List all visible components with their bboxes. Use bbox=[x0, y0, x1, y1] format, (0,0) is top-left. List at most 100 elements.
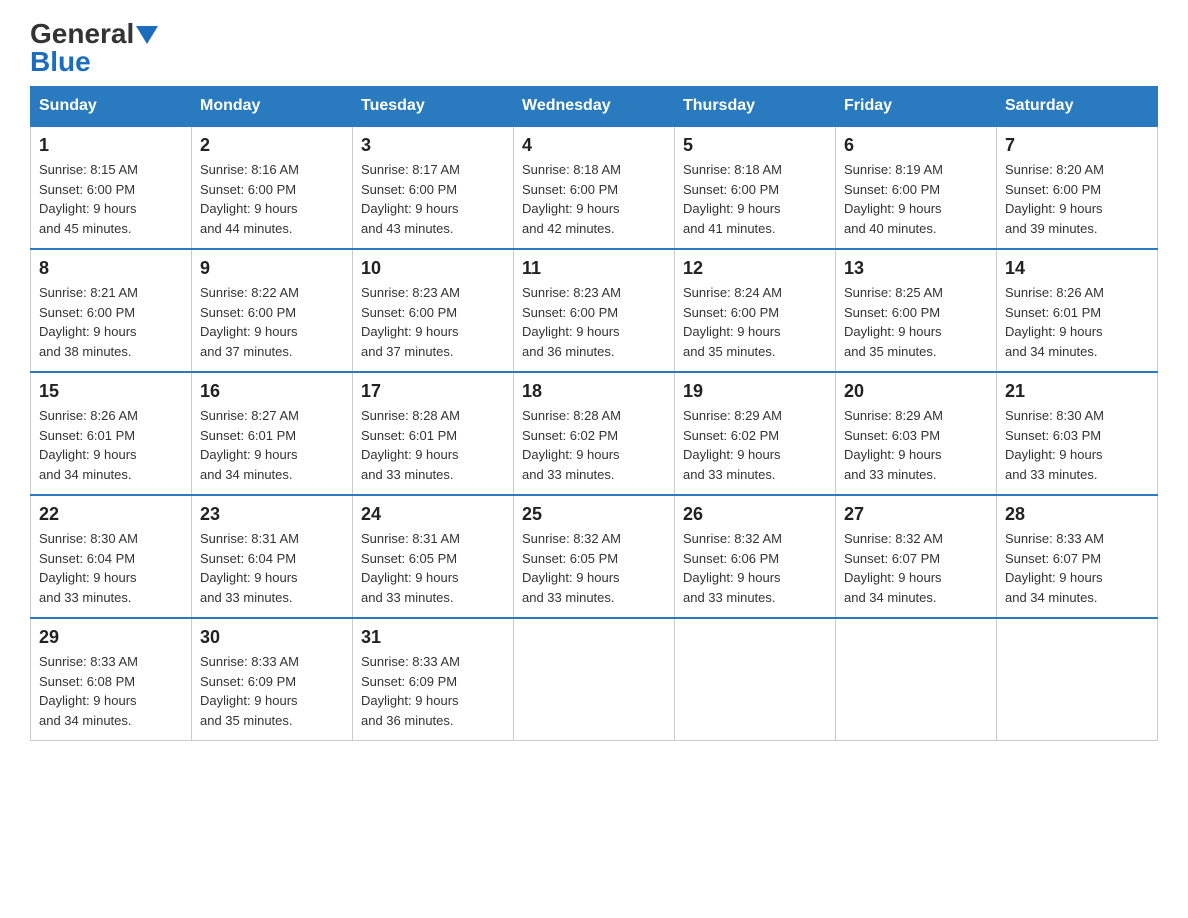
day-number: 21 bbox=[1005, 381, 1149, 402]
day-number: 20 bbox=[844, 381, 988, 402]
day-number: 3 bbox=[361, 135, 505, 156]
calendar-cell bbox=[836, 618, 997, 741]
logo: General Blue bbox=[30, 20, 158, 76]
calendar-cell: 25 Sunrise: 8:32 AM Sunset: 6:05 PM Dayl… bbox=[514, 495, 675, 618]
day-info: Sunrise: 8:33 AM Sunset: 6:09 PM Dayligh… bbox=[200, 652, 344, 730]
calendar-cell: 6 Sunrise: 8:19 AM Sunset: 6:00 PM Dayli… bbox=[836, 126, 997, 249]
day-number: 19 bbox=[683, 381, 827, 402]
calendar-cell: 11 Sunrise: 8:23 AM Sunset: 6:00 PM Dayl… bbox=[514, 249, 675, 372]
day-number: 2 bbox=[200, 135, 344, 156]
calendar-cell: 7 Sunrise: 8:20 AM Sunset: 6:00 PM Dayli… bbox=[997, 126, 1158, 249]
day-number: 14 bbox=[1005, 258, 1149, 279]
day-info: Sunrise: 8:15 AM Sunset: 6:00 PM Dayligh… bbox=[39, 160, 183, 238]
calendar-cell: 28 Sunrise: 8:33 AM Sunset: 6:07 PM Dayl… bbox=[997, 495, 1158, 618]
day-number: 1 bbox=[39, 135, 183, 156]
day-number: 30 bbox=[200, 627, 344, 648]
day-number: 22 bbox=[39, 504, 183, 525]
calendar-cell: 27 Sunrise: 8:32 AM Sunset: 6:07 PM Dayl… bbox=[836, 495, 997, 618]
day-number: 15 bbox=[39, 381, 183, 402]
day-info: Sunrise: 8:28 AM Sunset: 6:02 PM Dayligh… bbox=[522, 406, 666, 484]
day-info: Sunrise: 8:18 AM Sunset: 6:00 PM Dayligh… bbox=[683, 160, 827, 238]
day-info: Sunrise: 8:32 AM Sunset: 6:06 PM Dayligh… bbox=[683, 529, 827, 607]
day-info: Sunrise: 8:21 AM Sunset: 6:00 PM Dayligh… bbox=[39, 283, 183, 361]
day-number: 17 bbox=[361, 381, 505, 402]
day-info: Sunrise: 8:32 AM Sunset: 6:05 PM Dayligh… bbox=[522, 529, 666, 607]
day-info: Sunrise: 8:31 AM Sunset: 6:04 PM Dayligh… bbox=[200, 529, 344, 607]
day-info: Sunrise: 8:33 AM Sunset: 6:09 PM Dayligh… bbox=[361, 652, 505, 730]
day-number: 29 bbox=[39, 627, 183, 648]
day-header-saturday: Saturday bbox=[997, 87, 1158, 127]
calendar-cell: 3 Sunrise: 8:17 AM Sunset: 6:00 PM Dayli… bbox=[353, 126, 514, 249]
calendar-body: 1 Sunrise: 8:15 AM Sunset: 6:00 PM Dayli… bbox=[31, 126, 1158, 741]
logo-general: General bbox=[30, 20, 134, 48]
calendar-cell: 16 Sunrise: 8:27 AM Sunset: 6:01 PM Dayl… bbox=[192, 372, 353, 495]
calendar-cell: 20 Sunrise: 8:29 AM Sunset: 6:03 PM Dayl… bbox=[836, 372, 997, 495]
logo-arrow-icon bbox=[136, 26, 158, 44]
calendar-cell: 4 Sunrise: 8:18 AM Sunset: 6:00 PM Dayli… bbox=[514, 126, 675, 249]
day-info: Sunrise: 8:26 AM Sunset: 6:01 PM Dayligh… bbox=[39, 406, 183, 484]
calendar-cell: 13 Sunrise: 8:25 AM Sunset: 6:00 PM Dayl… bbox=[836, 249, 997, 372]
calendar-cell: 24 Sunrise: 8:31 AM Sunset: 6:05 PM Dayl… bbox=[353, 495, 514, 618]
calendar-week-5: 29 Sunrise: 8:33 AM Sunset: 6:08 PM Dayl… bbox=[31, 618, 1158, 741]
day-number: 31 bbox=[361, 627, 505, 648]
day-header-friday: Friday bbox=[836, 87, 997, 127]
calendar-cell: 19 Sunrise: 8:29 AM Sunset: 6:02 PM Dayl… bbox=[675, 372, 836, 495]
day-header-tuesday: Tuesday bbox=[353, 87, 514, 127]
calendar-cell: 29 Sunrise: 8:33 AM Sunset: 6:08 PM Dayl… bbox=[31, 618, 192, 741]
calendar-cell: 26 Sunrise: 8:32 AM Sunset: 6:06 PM Dayl… bbox=[675, 495, 836, 618]
day-info: Sunrise: 8:22 AM Sunset: 6:00 PM Dayligh… bbox=[200, 283, 344, 361]
day-info: Sunrise: 8:30 AM Sunset: 6:04 PM Dayligh… bbox=[39, 529, 183, 607]
day-info: Sunrise: 8:31 AM Sunset: 6:05 PM Dayligh… bbox=[361, 529, 505, 607]
day-info: Sunrise: 8:24 AM Sunset: 6:00 PM Dayligh… bbox=[683, 283, 827, 361]
calendar-cell: 15 Sunrise: 8:26 AM Sunset: 6:01 PM Dayl… bbox=[31, 372, 192, 495]
day-info: Sunrise: 8:20 AM Sunset: 6:00 PM Dayligh… bbox=[1005, 160, 1149, 238]
calendar-cell: 5 Sunrise: 8:18 AM Sunset: 6:00 PM Dayli… bbox=[675, 126, 836, 249]
day-number: 27 bbox=[844, 504, 988, 525]
calendar-cell: 14 Sunrise: 8:26 AM Sunset: 6:01 PM Dayl… bbox=[997, 249, 1158, 372]
calendar-cell: 23 Sunrise: 8:31 AM Sunset: 6:04 PM Dayl… bbox=[192, 495, 353, 618]
calendar-week-1: 1 Sunrise: 8:15 AM Sunset: 6:00 PM Dayli… bbox=[31, 126, 1158, 249]
day-number: 13 bbox=[844, 258, 988, 279]
day-info: Sunrise: 8:25 AM Sunset: 6:00 PM Dayligh… bbox=[844, 283, 988, 361]
day-number: 26 bbox=[683, 504, 827, 525]
calendar-cell: 10 Sunrise: 8:23 AM Sunset: 6:00 PM Dayl… bbox=[353, 249, 514, 372]
day-number: 4 bbox=[522, 135, 666, 156]
day-info: Sunrise: 8:30 AM Sunset: 6:03 PM Dayligh… bbox=[1005, 406, 1149, 484]
day-info: Sunrise: 8:17 AM Sunset: 6:00 PM Dayligh… bbox=[361, 160, 505, 238]
day-header-sunday: Sunday bbox=[31, 87, 192, 127]
day-number: 9 bbox=[200, 258, 344, 279]
calendar-cell: 30 Sunrise: 8:33 AM Sunset: 6:09 PM Dayl… bbox=[192, 618, 353, 741]
day-number: 11 bbox=[522, 258, 666, 279]
calendar-week-4: 22 Sunrise: 8:30 AM Sunset: 6:04 PM Dayl… bbox=[31, 495, 1158, 618]
calendar-cell: 18 Sunrise: 8:28 AM Sunset: 6:02 PM Dayl… bbox=[514, 372, 675, 495]
day-number: 8 bbox=[39, 258, 183, 279]
day-info: Sunrise: 8:33 AM Sunset: 6:07 PM Dayligh… bbox=[1005, 529, 1149, 607]
day-info: Sunrise: 8:19 AM Sunset: 6:00 PM Dayligh… bbox=[844, 160, 988, 238]
logo-blue: Blue bbox=[30, 48, 158, 76]
day-info: Sunrise: 8:18 AM Sunset: 6:00 PM Dayligh… bbox=[522, 160, 666, 238]
calendar-cell: 8 Sunrise: 8:21 AM Sunset: 6:00 PM Dayli… bbox=[31, 249, 192, 372]
day-number: 6 bbox=[844, 135, 988, 156]
day-info: Sunrise: 8:28 AM Sunset: 6:01 PM Dayligh… bbox=[361, 406, 505, 484]
day-header-thursday: Thursday bbox=[675, 87, 836, 127]
day-number: 5 bbox=[683, 135, 827, 156]
calendar-cell: 12 Sunrise: 8:24 AM Sunset: 6:00 PM Dayl… bbox=[675, 249, 836, 372]
calendar-cell: 31 Sunrise: 8:33 AM Sunset: 6:09 PM Dayl… bbox=[353, 618, 514, 741]
day-info: Sunrise: 8:29 AM Sunset: 6:02 PM Dayligh… bbox=[683, 406, 827, 484]
calendar-table: SundayMondayTuesdayWednesdayThursdayFrid… bbox=[30, 86, 1158, 741]
calendar-cell: 22 Sunrise: 8:30 AM Sunset: 6:04 PM Dayl… bbox=[31, 495, 192, 618]
calendar-week-2: 8 Sunrise: 8:21 AM Sunset: 6:00 PM Dayli… bbox=[31, 249, 1158, 372]
day-number: 23 bbox=[200, 504, 344, 525]
day-number: 18 bbox=[522, 381, 666, 402]
page-header: General Blue bbox=[30, 20, 1158, 76]
day-number: 10 bbox=[361, 258, 505, 279]
day-info: Sunrise: 8:23 AM Sunset: 6:00 PM Dayligh… bbox=[361, 283, 505, 361]
calendar-cell: 9 Sunrise: 8:22 AM Sunset: 6:00 PM Dayli… bbox=[192, 249, 353, 372]
day-number: 28 bbox=[1005, 504, 1149, 525]
day-info: Sunrise: 8:26 AM Sunset: 6:01 PM Dayligh… bbox=[1005, 283, 1149, 361]
day-info: Sunrise: 8:27 AM Sunset: 6:01 PM Dayligh… bbox=[200, 406, 344, 484]
calendar-cell bbox=[997, 618, 1158, 741]
day-header-monday: Monday bbox=[192, 87, 353, 127]
day-number: 7 bbox=[1005, 135, 1149, 156]
day-info: Sunrise: 8:32 AM Sunset: 6:07 PM Dayligh… bbox=[844, 529, 988, 607]
